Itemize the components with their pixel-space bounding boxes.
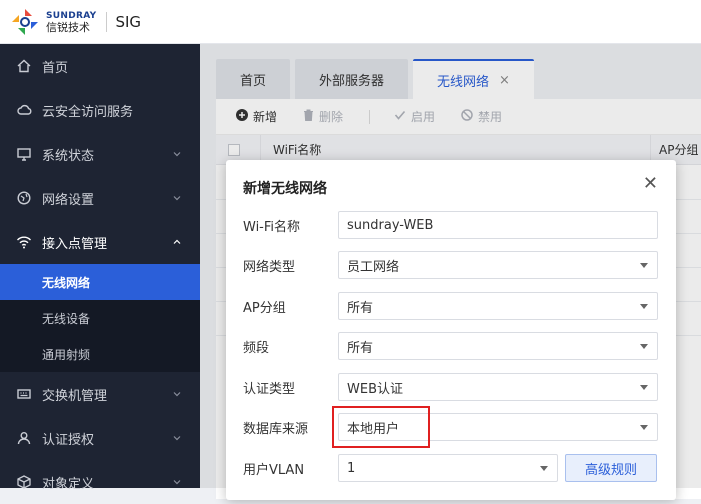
sidebar-item-cloud-security[interactable]: 云安全访问服务: [0, 88, 200, 132]
auth-type-label: 认证类型: [243, 381, 296, 397]
network-type-value: 员工网络: [347, 259, 400, 275]
ap-group-select[interactable]: 所有: [338, 292, 658, 320]
sidebar-item-label: 接入点管理: [42, 236, 108, 252]
caret-down-icon: [640, 385, 648, 390]
sidebar-item-label: 首页: [42, 60, 69, 76]
advanced-rules-button[interactable]: 高级规则: [565, 454, 657, 482]
switch-icon: [16, 386, 32, 402]
network-type-select[interactable]: 员工网络: [338, 251, 658, 279]
add-wireless-network-dialog: 新增无线网络 ✕ Wi-Fi名称 sundray-WEB 网络类型 员工网络 A…: [226, 160, 676, 500]
brand-en: SUNDRAY: [46, 10, 97, 21]
chevron-down-icon: [172, 148, 182, 163]
network-type-label: 网络类型: [243, 259, 296, 275]
chevron-down-icon: [172, 476, 182, 491]
sidebar-item-authentication[interactable]: 认证授权: [0, 416, 200, 460]
caret-down-icon: [540, 466, 548, 471]
sidebar-item-system-status[interactable]: 系统状态: [0, 132, 200, 176]
wifi-name-input[interactable]: sundray-WEB: [338, 211, 658, 239]
sidebar-subitem-label: 无线设备: [42, 311, 91, 326]
sundray-logo-icon: [10, 7, 40, 37]
ap-group-label: AP分组: [243, 300, 286, 316]
form-row-auth-type: 认证类型 WEB认证: [243, 373, 663, 401]
sidebar: 首页 云安全访问服务 系统状态 网络设置 接入点管理 无线网络 无线设备 通用射…: [0, 44, 200, 492]
form-row-band: 频段 所有: [243, 332, 663, 360]
sidebar-item-label: 网络设置: [42, 192, 95, 208]
database-source-label: 数据库来源: [243, 421, 309, 437]
access-point-submenu: 无线网络 无线设备 通用射频: [0, 264, 200, 372]
chevron-down-icon: [172, 432, 182, 447]
caret-down-icon: [640, 263, 648, 268]
dialog-title: 新增无线网络: [243, 181, 327, 197]
sidebar-item-label: 交换机管理: [42, 388, 108, 404]
ap-group-value: 所有: [347, 300, 374, 316]
cloud-icon: [16, 102, 32, 118]
user-vlan-select[interactable]: 1: [338, 454, 558, 482]
form-row-ap-group: AP分组 所有: [243, 292, 663, 320]
caret-down-icon: [640, 425, 648, 430]
sidebar-item-access-point[interactable]: 接入点管理: [0, 220, 200, 264]
auth-type-select[interactable]: WEB认证: [338, 373, 658, 401]
form-row-network-type: 网络类型 员工网络: [243, 251, 663, 279]
chevron-down-icon: [172, 192, 182, 207]
user-icon: [16, 430, 32, 446]
sidebar-item-home[interactable]: 首页: [0, 44, 200, 88]
band-value: 所有: [347, 340, 374, 356]
wifi-icon: [16, 234, 32, 250]
logo-divider: [106, 11, 108, 32]
sidebar-item-switch-management[interactable]: 交换机管理: [0, 372, 200, 416]
highlight-box: [332, 406, 430, 448]
form-row-database-source: 数据库来源 本地用户: [243, 413, 663, 441]
wifi-name-value: sundray-WEB: [347, 217, 434, 233]
home-icon: [16, 58, 32, 74]
sidebar-item-network-settings[interactable]: 网络设置: [0, 176, 200, 220]
form-row-user-vlan: 用户VLAN 1 高级规则: [243, 454, 663, 482]
top-header: SUNDRAY 信锐技术 SIG: [0, 0, 701, 44]
globe-icon: [16, 190, 32, 206]
product-name: SIG: [115, 12, 142, 31]
brand-cn: 信锐技术: [46, 20, 90, 34]
brand-name: SUNDRAY 信锐技术: [46, 11, 96, 33]
form-row-wifi-name: Wi-Fi名称 sundray-WEB: [243, 211, 663, 239]
sidebar-subitem-wireless-network[interactable]: 无线网络: [0, 264, 200, 300]
sidebar-subitem-label: 无线网络: [42, 275, 91, 290]
monitor-icon: [16, 146, 32, 162]
sidebar-item-label: 系统状态: [42, 148, 95, 164]
user-vlan-value: 1: [347, 460, 356, 476]
sidebar-subitem-wireless-device[interactable]: 无线设备: [0, 300, 200, 336]
sidebar-item-label: 认证授权: [42, 432, 95, 448]
wifi-name-label: Wi-Fi名称: [243, 219, 301, 235]
sidebar-subitem-general-rf[interactable]: 通用射频: [0, 336, 200, 372]
caret-down-icon: [640, 344, 648, 349]
sidebar-item-object-definition[interactable]: 对象定义: [0, 460, 200, 504]
band-label: 频段: [243, 340, 270, 356]
sidebar-subitem-label: 通用射频: [42, 347, 91, 362]
close-icon[interactable]: ✕: [643, 175, 658, 193]
sidebar-item-label: 对象定义: [42, 476, 95, 492]
auth-type-value: WEB认证: [347, 381, 403, 397]
chevron-down-icon: [172, 388, 182, 403]
sidebar-item-label: 云安全访问服务: [42, 104, 134, 120]
user-vlan-label: 用户VLAN: [243, 462, 305, 478]
caret-down-icon: [640, 304, 648, 309]
chevron-up-icon: [172, 236, 182, 251]
band-select[interactable]: 所有: [338, 332, 658, 360]
